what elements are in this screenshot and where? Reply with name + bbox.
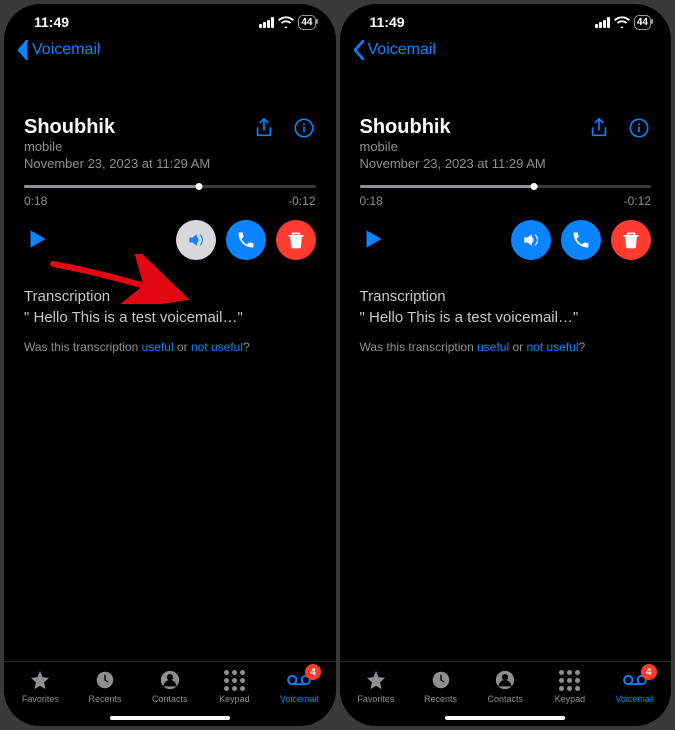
tab-label: Recents — [89, 694, 122, 704]
caller-type: mobile — [24, 139, 210, 154]
clock-icon — [429, 668, 453, 692]
battery-icon: 44 — [298, 15, 315, 30]
speaker-button[interactable] — [511, 220, 551, 260]
play-button[interactable] — [24, 226, 52, 254]
contact-icon — [158, 668, 182, 692]
tab-label: Favorites — [357, 694, 394, 704]
tab-label: Favorites — [22, 694, 59, 704]
elapsed-time: 0:18 — [24, 194, 47, 208]
tab-label: Keypad — [219, 694, 250, 704]
contact-icon — [493, 668, 517, 692]
tab-label: Contacts — [152, 694, 188, 704]
status-time: 11:49 — [370, 14, 405, 30]
transcription-text: " Hello This is a test voicemail…" — [360, 309, 652, 326]
speaker-button[interactable] — [176, 220, 216, 260]
play-button[interactable] — [360, 226, 388, 254]
caller-name: Shoubhik — [24, 116, 210, 139]
info-button[interactable] — [292, 116, 316, 140]
tab-label: Voicemail — [615, 694, 654, 704]
tab-keypad[interactable]: Keypad — [540, 668, 600, 704]
voicemail-badge: 4 — [305, 664, 321, 680]
useful-link[interactable]: useful — [142, 340, 174, 354]
status-time: 11:49 — [34, 14, 69, 30]
tab-voicemail[interactable]: Voicemail 4 — [605, 668, 665, 704]
phone-screenshot-right: 11:49 44 Voicemail Shoubhik mobile Novem… — [340, 4, 672, 726]
remaining-time: -0:12 — [288, 194, 315, 208]
status-bar: 11:49 44 — [4, 4, 336, 34]
caller-type: mobile — [360, 139, 546, 154]
speaker-icon — [186, 230, 206, 250]
voicemail-date: November 23, 2023 at 11:29 AM — [24, 156, 210, 171]
elapsed-time: 0:18 — [360, 194, 383, 208]
playback-scrubber[interactable]: 0:18 -0:12 — [360, 185, 652, 208]
cellular-signal-icon — [259, 17, 274, 28]
status-bar: 11:49 44 — [340, 4, 672, 34]
call-back-button[interactable] — [226, 220, 266, 260]
home-indicator[interactable] — [110, 716, 230, 720]
star-icon — [28, 668, 52, 692]
transcription-heading: Transcription — [360, 288, 652, 305]
phone-icon — [236, 230, 256, 250]
tab-label: Recents — [424, 694, 457, 704]
info-button[interactable] — [627, 116, 651, 140]
call-back-button[interactable] — [561, 220, 601, 260]
share-icon — [588, 117, 610, 139]
useful-link[interactable]: useful — [477, 340, 509, 354]
tab-recents[interactable]: Recents — [411, 668, 471, 704]
tab-recents[interactable]: Recents — [75, 668, 135, 704]
tab-label: Keypad — [555, 694, 586, 704]
share-button[interactable] — [252, 116, 276, 140]
transcription-heading: Transcription — [24, 288, 316, 305]
remaining-time: -0:12 — [624, 194, 651, 208]
voicemail-date: November 23, 2023 at 11:29 AM — [360, 156, 546, 171]
star-icon — [364, 668, 388, 692]
speaker-icon — [521, 230, 541, 250]
voicemail-badge: 4 — [641, 664, 657, 680]
delete-button[interactable] — [276, 220, 316, 260]
wifi-icon — [614, 16, 630, 28]
tab-label: Contacts — [487, 694, 523, 704]
caller-name: Shoubhik — [360, 116, 546, 139]
info-icon — [293, 117, 315, 139]
play-icon — [24, 226, 50, 252]
keypad-icon — [558, 668, 582, 692]
tab-contacts[interactable]: Contacts — [140, 668, 200, 704]
chevron-left-icon — [16, 40, 30, 60]
cellular-signal-icon — [595, 17, 610, 28]
chevron-left-icon — [352, 40, 366, 60]
tab-label: Voicemail — [280, 694, 319, 704]
transcription-text: " Hello This is a test voicemail…" — [24, 309, 316, 326]
trash-icon — [621, 230, 641, 250]
not-useful-link[interactable]: not useful — [526, 340, 578, 354]
wifi-icon — [278, 16, 294, 28]
tab-keypad[interactable]: Keypad — [204, 668, 264, 704]
share-button[interactable] — [587, 116, 611, 140]
transcription-feedback: Was this transcription useful or not use… — [360, 340, 652, 354]
clock-icon — [93, 668, 117, 692]
tab-contacts[interactable]: Contacts — [475, 668, 535, 704]
phone-icon — [571, 230, 591, 250]
tab-voicemail[interactable]: Voicemail 4 — [269, 668, 329, 704]
transcription-feedback: Was this transcription useful or not use… — [24, 340, 316, 354]
home-indicator[interactable] — [445, 716, 565, 720]
trash-icon — [286, 230, 306, 250]
play-icon — [360, 226, 386, 252]
playback-scrubber[interactable]: 0:18 -0:12 — [24, 185, 316, 208]
back-button[interactable]: Voicemail — [4, 34, 336, 66]
info-icon — [628, 117, 650, 139]
keypad-icon — [222, 668, 246, 692]
phone-screenshot-left: 11:49 44 Voicemail Shoubhik mobile Novem… — [4, 4, 336, 726]
not-useful-link[interactable]: not useful — [191, 340, 243, 354]
tab-favorites[interactable]: Favorites — [10, 668, 70, 704]
back-label: Voicemail — [32, 41, 100, 59]
share-icon — [253, 117, 275, 139]
back-button[interactable]: Voicemail — [340, 34, 672, 66]
battery-icon: 44 — [634, 15, 651, 30]
delete-button[interactable] — [611, 220, 651, 260]
back-label: Voicemail — [368, 41, 436, 59]
tab-favorites[interactable]: Favorites — [346, 668, 406, 704]
